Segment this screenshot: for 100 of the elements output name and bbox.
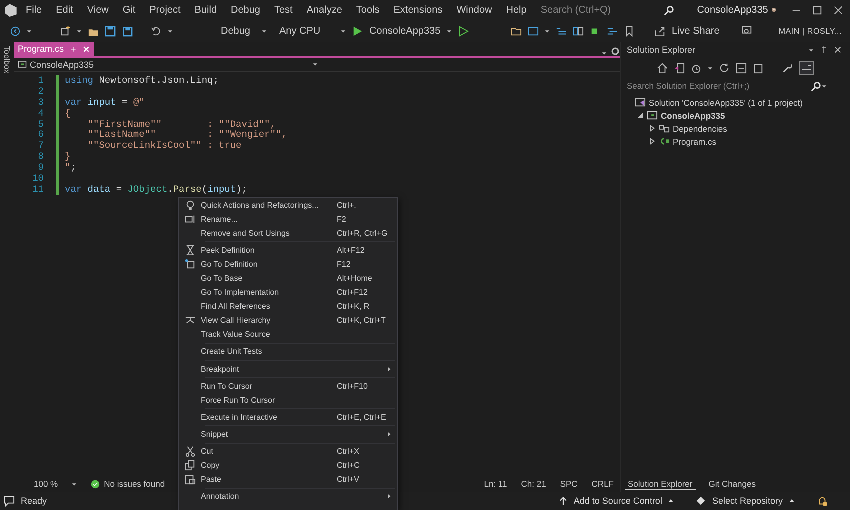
panel-tab[interactable]: Solution Explorer xyxy=(625,478,696,490)
context-menu-item[interactable]: Peek Definition Alt+F12 xyxy=(179,243,397,258)
menu-item[interactable]: Debug xyxy=(225,4,266,16)
caret-up-icon xyxy=(789,498,795,504)
status-text: Ready xyxy=(21,496,48,506)
context-menu-item[interactable]: Quick Actions and Refactorings... Ctrl+. xyxy=(179,198,397,212)
close-icon[interactable] xyxy=(832,4,844,16)
solution-search-field[interactable]: Search Solution Explorer (Ctrl+;) xyxy=(621,78,811,94)
tree-item[interactable]: Dependencies xyxy=(673,124,728,134)
menu-item[interactable]: Extensions xyxy=(388,4,449,16)
menu-item[interactable]: Analyze xyxy=(300,4,348,16)
platform-dropdown[interactable]: Any CPU xyxy=(273,26,336,36)
layout-icon[interactable] xyxy=(572,26,584,36)
context-menu-item[interactable]: Rename... F2 xyxy=(179,212,397,226)
context-menu-item[interactable]: Go To Definition F12 xyxy=(179,257,397,272)
caret-icon xyxy=(822,84,827,88)
repository-icon xyxy=(696,496,706,506)
menu-item[interactable]: Tools xyxy=(350,4,386,16)
context-menu-item[interactable]: View Call Hierarchy Ctrl+K, Ctrl+T xyxy=(179,314,397,328)
uncomment-icon[interactable] xyxy=(606,26,618,36)
caret-icon xyxy=(72,482,78,486)
menu-item[interactable]: Window xyxy=(450,4,498,16)
back-icon[interactable] xyxy=(10,26,21,36)
lightbulb-icon xyxy=(184,200,196,211)
context-menu-item[interactable]: Annotation xyxy=(179,490,397,504)
start-button[interactable]: ConsoleApp335 xyxy=(369,26,441,36)
zoom-level[interactable]: 100 % xyxy=(34,479,58,489)
collapsed-arrow-icon[interactable] xyxy=(649,138,656,145)
close-icon[interactable] xyxy=(834,46,842,54)
context-menu-item[interactable]: Go To Implementation Ctrl+F12 xyxy=(179,286,397,300)
undo-icon[interactable] xyxy=(151,26,162,36)
menu-item[interactable]: Edit xyxy=(50,4,80,16)
context-menu-item[interactable]: Execute in Interactive Ctrl+E, Ctrl+E xyxy=(179,410,397,424)
select-repository-button[interactable]: Select Repository xyxy=(712,496,783,506)
play-icon[interactable] xyxy=(352,26,364,36)
code-line: "; xyxy=(65,162,76,174)
tree-item[interactable]: ConsoleApp335 xyxy=(661,110,726,120)
search-icon[interactable] xyxy=(664,4,676,16)
menu-item[interactable]: Build xyxy=(188,4,224,16)
csharp-project-icon xyxy=(647,110,658,121)
caret-icon xyxy=(262,28,268,34)
bookmark-icon[interactable] xyxy=(624,26,635,36)
maximize-icon[interactable] xyxy=(812,4,823,16)
collapsed-arrow-icon[interactable] xyxy=(649,125,656,132)
context-menu-item[interactable]: Paste Ctrl+V xyxy=(179,472,397,487)
add-to-source-control-button[interactable]: Add to Source Control xyxy=(574,496,662,506)
caret-icon xyxy=(708,66,713,70)
code-line: } xyxy=(65,151,71,162)
configuration-dropdown[interactable]: Debug xyxy=(215,26,256,36)
tree-item[interactable]: Solution 'ConsoleApp335' (1 of 1 project) xyxy=(649,98,803,108)
caret-icon xyxy=(602,51,607,56)
context-menu-item[interactable]: Copy Ctrl+C xyxy=(179,458,397,473)
context-menu-item[interactable]: Track Value Source xyxy=(179,328,397,342)
new-project-icon[interactable] xyxy=(60,26,71,36)
folder-icon[interactable] xyxy=(510,26,522,36)
caret-icon xyxy=(27,28,32,34)
collapse-all-icon[interactable] xyxy=(736,62,747,74)
switch-views-icon[interactable] xyxy=(674,62,685,74)
context-menu-item[interactable]: Remove and Sort Usings Ctrl+R, Ctrl+G xyxy=(179,226,397,240)
wrench-icon[interactable] xyxy=(782,62,793,74)
menu-item[interactable]: Project xyxy=(144,4,187,16)
menu-item[interactable]: View xyxy=(81,4,115,16)
save-all-icon[interactable] xyxy=(122,26,133,36)
panel-tab[interactable]: Git Changes xyxy=(706,478,759,490)
share-icon[interactable] xyxy=(655,26,666,36)
context-menu-item[interactable]: Force Run To Cursor xyxy=(179,393,397,408)
context-menu-item[interactable]: Go To Base Alt+Home xyxy=(179,271,397,286)
menu-item[interactable]: File xyxy=(20,4,48,16)
search-icon[interactable] xyxy=(811,80,822,92)
context-menu-item[interactable]: Cut Ctrl+X xyxy=(179,444,397,459)
menu-item[interactable]: Help xyxy=(500,4,533,16)
history-icon[interactable] xyxy=(691,62,702,74)
live-share-button[interactable]: Live Share xyxy=(672,26,720,36)
project-dropdown[interactable]: ConsoleApp335 xyxy=(30,60,310,70)
window-icon[interactable] xyxy=(528,26,539,36)
settings-icon[interactable] xyxy=(611,47,620,56)
tree-item[interactable]: Program.cs xyxy=(673,136,716,146)
context-menu-item[interactable]: Find All References Ctrl+K, R xyxy=(179,300,397,314)
search-field[interactable]: Search (Ctrl+Q) xyxy=(538,4,659,16)
context-menu-item[interactable]: Run To Cursor Ctrl+F10 xyxy=(179,379,397,394)
context-menu-item[interactable]: Breakpoint xyxy=(179,362,397,376)
home-icon[interactable] xyxy=(657,62,668,74)
refresh-icon[interactable] xyxy=(719,62,730,74)
context-menu-item[interactable]: Snippet xyxy=(179,427,397,442)
indent-icon[interactable] xyxy=(556,26,567,36)
notification-bell-icon[interactable] xyxy=(817,496,828,506)
cut-icon xyxy=(184,446,196,458)
play-outline-icon[interactable] xyxy=(458,26,469,36)
show-all-files-icon[interactable] xyxy=(753,62,764,74)
expanded-arrow-icon[interactable] xyxy=(637,112,644,119)
context-menu-item[interactable]: Create Unit Tests xyxy=(179,344,397,360)
menu-item[interactable]: Git xyxy=(116,4,142,16)
branch-label[interactable]: MAIN | ROSLY... xyxy=(778,26,842,36)
caret-icon xyxy=(809,48,814,52)
toolbox-tab[interactable]: Toolbox xyxy=(2,46,12,74)
feedback-icon[interactable] xyxy=(742,26,753,36)
issues-status[interactable]: No issues found xyxy=(104,479,166,489)
preview-toggle-icon[interactable] xyxy=(799,61,814,75)
menu-item[interactable]: Test xyxy=(268,4,299,16)
save-icon[interactable] xyxy=(105,26,116,36)
